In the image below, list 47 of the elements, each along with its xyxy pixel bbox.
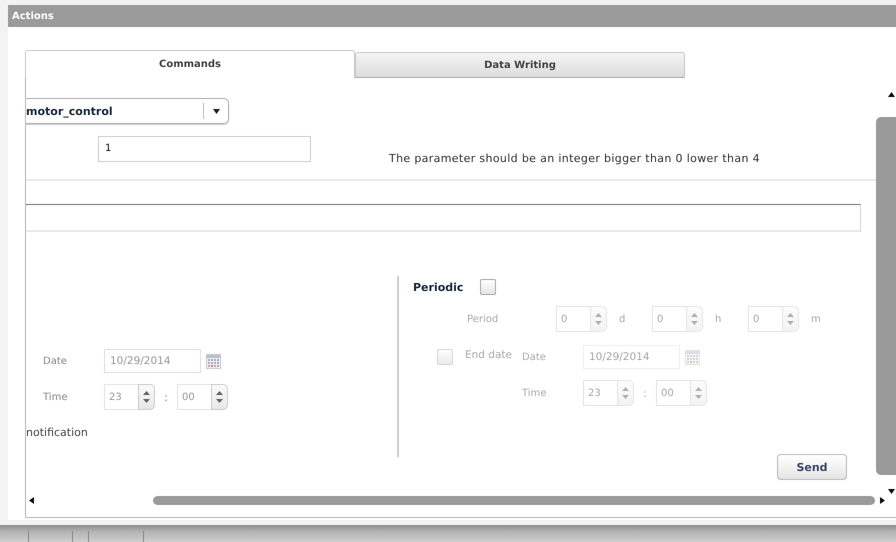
parameter-field[interactable]: 1: [98, 136, 311, 162]
scrollbar-thumb[interactable]: [152, 496, 876, 505]
scroll-down-icon: [888, 489, 895, 494]
unit-label: h: [714, 314, 722, 324]
calendar-icon[interactable]: [206, 354, 221, 368]
down-arrow-icon: [595, 321, 602, 325]
down-arrow-icon: [787, 321, 794, 325]
stepper-button[interactable]: [211, 384, 228, 410]
send-button[interactable]: Send: [777, 454, 847, 480]
date-field[interactable]: 10/29/2014: [104, 349, 201, 373]
periodic-label: Periodic: [413, 280, 464, 294]
up-arrow-icon: [695, 387, 702, 391]
down-arrow-icon: [622, 395, 629, 399]
tab[interactable]: Commands: [25, 50, 355, 78]
scroll-right-icon: [880, 497, 885, 504]
up-arrow-icon: [622, 387, 629, 391]
scroll-left-icon: [29, 497, 34, 504]
unit-label: m: [810, 314, 822, 324]
message-field[interactable]: [26, 204, 861, 232]
time-separator: :: [163, 390, 169, 404]
up-arrow-icon: [216, 391, 223, 395]
down-arrow-icon: [216, 399, 223, 403]
up-arrow-icon: [143, 391, 150, 395]
window-title: Actions: [12, 10, 54, 22]
up-arrow-icon: [787, 313, 794, 317]
up-arrow-icon: [595, 313, 602, 317]
calendar-icon[interactable]: [685, 350, 700, 364]
time-label: Time: [43, 392, 68, 402]
date-label: Date: [43, 356, 68, 366]
down-arrow-icon: [695, 395, 702, 399]
scroll-up-icon: [888, 92, 895, 97]
end-date-label: End date: [465, 349, 513, 361]
parameter-hint: The parameter should be an integer bigger than 0 lower than 4: [389, 152, 760, 165]
time-label: Time: [522, 388, 548, 398]
down-arrow-icon: [143, 399, 150, 403]
command-dropdown[interactable]: motor_control: [26, 98, 229, 124]
unit-label: d: [618, 314, 626, 324]
tab[interactable]: Data Writing: [355, 52, 685, 78]
up-arrow-icon: [691, 313, 698, 317]
scrollbar-thumb[interactable]: [876, 117, 896, 475]
caret-icon: [212, 108, 220, 114]
down-arrow-icon: [691, 321, 698, 325]
period-label: Period: [467, 314, 500, 324]
stepper-button[interactable]: [138, 384, 155, 410]
notification-label: notification: [26, 426, 89, 439]
time-separator: :: [642, 386, 648, 400]
date-label: Date: [522, 352, 547, 362]
